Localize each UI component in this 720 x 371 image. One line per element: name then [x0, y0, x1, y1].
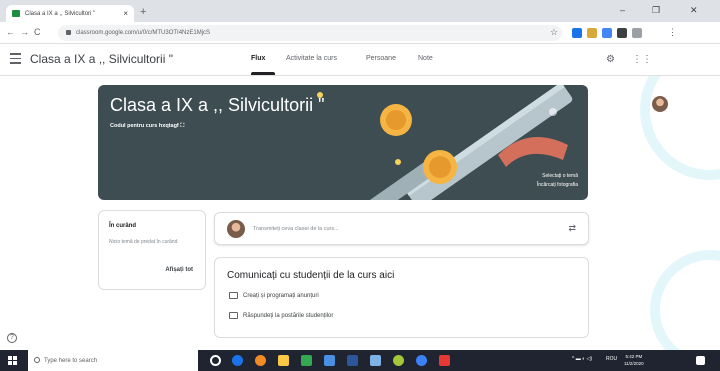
class-code-value[interactable]: hxqtagf: [159, 123, 179, 129]
announce-box[interactable]: Transmiteți ceva clasei de la curs... ⇄: [214, 212, 589, 245]
upload-photo-link[interactable]: Încărcați fotografia: [537, 182, 578, 188]
app-icon[interactable]: [301, 355, 312, 366]
upcoming-empty-text: Nicio temă de predat în curând: [109, 239, 178, 245]
communicate-card: Comunicați cu studenții de la curs aici …: [214, 257, 589, 338]
system-tray-icons[interactable]: ^ ▬ ◐ ◁): [572, 356, 592, 362]
close-window-button[interactable]: ✕: [690, 5, 698, 16]
settings-gear-icon[interactable]: ⚙: [606, 54, 615, 65]
extension-icon[interactable]: [617, 28, 627, 38]
store-icon[interactable]: [324, 355, 335, 366]
reload-icon[interactable]: C: [34, 27, 41, 37]
communicate-heading: Comunicați cu studenții de la curs aici: [227, 270, 395, 281]
select-theme-link[interactable]: Selectați o temă: [542, 173, 578, 179]
class-code: Codul pentru curs hxqtagf ⛶: [110, 123, 184, 130]
back-arrow-icon[interactable]: ←: [6, 27, 15, 37]
edge-icon[interactable]: [232, 355, 243, 366]
extension-icon[interactable]: [632, 28, 642, 38]
create-announcement-item[interactable]: Creați și programați anunțuri: [229, 292, 319, 299]
language-indicator[interactable]: ROU: [606, 356, 617, 362]
browser-tab-bar: Clasa a IX a ,, Silvicultori " × + – ❐ ✕: [0, 0, 720, 22]
course-title: Clasa a IX a ,, Silvicultorii ": [30, 52, 173, 66]
maximize-button[interactable]: ❐: [652, 5, 660, 16]
chrome-icon[interactable]: [255, 355, 266, 366]
search-icon: [34, 357, 40, 363]
create-announcement-label: Creați și programați anunțuri: [243, 292, 319, 299]
reply-icon: [229, 312, 238, 319]
clock-time: 5:42 PM: [625, 354, 643, 359]
account-avatar[interactable]: [652, 96, 668, 112]
tab-stream[interactable]: Flux: [251, 55, 265, 62]
browser-tab[interactable]: Clasa a IX a ,, Silvicultori " ×: [6, 5, 134, 22]
classroom-header: Clasa a IX a ,, Silvicultorii " Flux Act…: [0, 44, 720, 112]
announcement-icon: [229, 292, 238, 299]
screen: Clasa a IX a ,, Silvicultori " × + – ❐ ✕…: [0, 0, 720, 371]
extension-icon[interactable]: [587, 28, 597, 38]
extension-icon[interactable]: [572, 28, 582, 38]
announce-placeholder: Transmiteți ceva clasei de la curs...: [253, 226, 339, 232]
main-menu-icon[interactable]: [10, 53, 21, 65]
url-field[interactable]: classroom.google.com/u/0/c/MTU3OTI4NzE1M…: [58, 25, 562, 41]
tab-grades[interactable]: Note: [418, 55, 433, 62]
taskbar-clock[interactable]: 5:42 PM 11/2/2020: [624, 353, 644, 367]
apps-grid-icon[interactable]: ⋮⋮: [632, 54, 652, 65]
banner-title: Clasa a IX a ,, Silvicultorii ": [110, 95, 325, 115]
active-tab-indicator: [251, 72, 275, 75]
taskbar-search-placeholder: Type here to search: [44, 357, 98, 364]
help-icon[interactable]: ?: [7, 333, 17, 343]
minimize-button[interactable]: –: [620, 5, 625, 15]
photos-icon[interactable]: [370, 355, 381, 366]
reply-posts-item[interactable]: Răspundeți la postările studenților: [229, 312, 333, 319]
windows-taskbar: Type here to search ^ ▬ ◐ ◁) ROU 5:42 PM…: [0, 350, 720, 371]
tab-title: Clasa a IX a ,, Silvicultori ": [25, 10, 96, 17]
file-explorer-icon[interactable]: [278, 355, 289, 366]
upcoming-heading: În curând: [109, 223, 137, 229]
reply-posts-label: Răspundeți la postările studenților: [243, 312, 334, 319]
taskbar-search[interactable]: Type here to search: [28, 350, 198, 371]
repost-icon[interactable]: ⇄: [568, 223, 576, 234]
lock-icon: [66, 30, 71, 35]
tab-close-icon[interactable]: ×: [123, 9, 128, 18]
extension-icon[interactable]: [602, 28, 612, 38]
word-icon[interactable]: [347, 355, 358, 366]
course-banner: Clasa a IX a ,, Silvicultorii " Codul pe…: [98, 85, 588, 200]
view-all-link[interactable]: Afișați tot: [165, 267, 193, 273]
tab-people[interactable]: Persoane: [366, 55, 396, 62]
class-code-label: Codul pentru curs: [110, 123, 158, 129]
clock-date: 11/2/2020: [624, 361, 644, 366]
notifications-icon[interactable]: [696, 356, 705, 365]
bookmark-star-icon[interactable]: ☆: [550, 27, 558, 38]
fullscreen-icon[interactable]: ⛶: [180, 123, 184, 129]
browser-address-bar: ← → C classroom.google.com/u/0/c/MTU3OTI…: [0, 22, 720, 61]
classroom-favicon-icon: [12, 10, 20, 17]
user-avatar: [227, 220, 245, 238]
new-tab-button[interactable]: +: [140, 6, 146, 18]
task-view-icon[interactable]: [210, 355, 221, 366]
windows-start-icon[interactable]: [8, 356, 17, 365]
url-text: classroom.google.com/u/0/c/MTU3OTI4NzE1M…: [76, 30, 211, 36]
forward-arrow-icon[interactable]: →: [20, 27, 29, 37]
app-icon[interactable]: [393, 355, 404, 366]
upcoming-card: În curând Nicio temă de predat în curând…: [98, 210, 206, 290]
app-icon[interactable]: [416, 355, 427, 366]
acrobat-icon[interactable]: [439, 355, 450, 366]
tab-classwork[interactable]: Activitate la curs: [286, 55, 337, 62]
menu-dots-icon[interactable]: ⋮: [668, 27, 677, 38]
